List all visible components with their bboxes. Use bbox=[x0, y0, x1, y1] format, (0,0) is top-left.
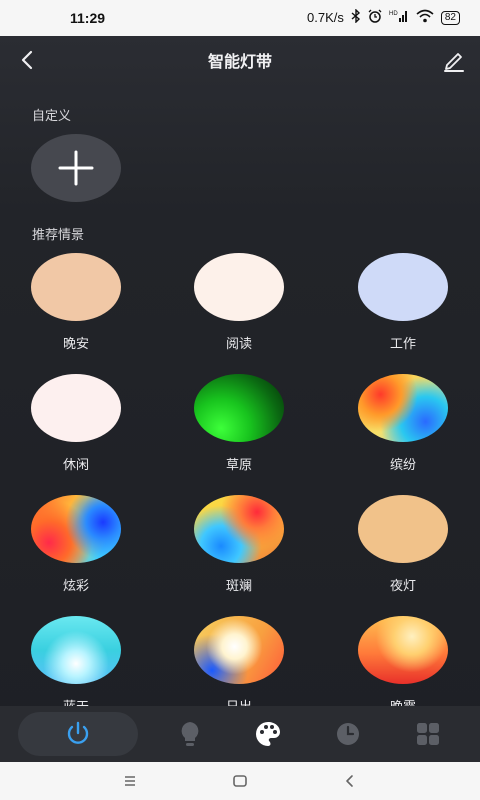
grid-icon bbox=[417, 723, 439, 745]
header: 智能灯带 bbox=[0, 36, 480, 84]
pencil-icon bbox=[444, 53, 464, 72]
palette-icon bbox=[256, 722, 280, 746]
scene-color-swatch bbox=[31, 374, 121, 442]
svg-text:HD: HD bbox=[389, 11, 398, 17]
scene-label: 斑斓 bbox=[225, 579, 252, 594]
menu-icon bbox=[125, 776, 135, 786]
scene-label: 阅读 bbox=[225, 337, 252, 352]
recommend-section-label: 推荐情景 bbox=[32, 228, 85, 243]
power-icon bbox=[67, 721, 89, 744]
status-time: 11:29 bbox=[70, 10, 106, 26]
scene-color-swatch bbox=[31, 253, 121, 321]
scene-item-splendid[interactable]: 斑斓 bbox=[194, 495, 284, 605]
clock-icon bbox=[337, 723, 359, 745]
scene-color-swatch bbox=[358, 374, 448, 442]
back-icon bbox=[346, 775, 353, 787]
scene-item-colorful[interactable]: 缤纷 bbox=[358, 374, 448, 484]
system-nav-bar bbox=[0, 762, 480, 800]
page-title: 智能灯带 bbox=[207, 52, 272, 71]
bottom-tab-bar bbox=[0, 706, 480, 762]
edit-button[interactable] bbox=[440, 46, 468, 74]
scene-item-leisure[interactable]: 休闲 bbox=[31, 374, 121, 484]
status-bar: 11:29 0.7K/s HD 82 bbox=[0, 0, 480, 36]
nav-menu-button[interactable] bbox=[118, 771, 142, 791]
nav-back-button[interactable] bbox=[338, 771, 362, 791]
custom-section-label: 自定义 bbox=[32, 109, 72, 124]
scene-label: 晚安 bbox=[62, 337, 89, 352]
tab-more[interactable] bbox=[388, 712, 468, 756]
bluetooth-icon bbox=[351, 8, 361, 26]
tab-scenes[interactable] bbox=[228, 712, 308, 756]
scene-label: 夜灯 bbox=[389, 579, 416, 594]
network-speed: 0.7K/s bbox=[307, 10, 344, 25]
alarm-icon bbox=[368, 9, 382, 26]
scene-color-swatch bbox=[194, 253, 284, 321]
nav-home-button[interactable] bbox=[228, 771, 252, 791]
scene-item-goodnight[interactable]: 晚安 bbox=[31, 253, 121, 363]
battery-icon: 82 bbox=[440, 10, 460, 25]
scene-color-swatch bbox=[358, 495, 448, 563]
scene-color-swatch bbox=[194, 495, 284, 563]
scene-color-swatch bbox=[358, 253, 448, 321]
add-custom-scene-button[interactable] bbox=[31, 134, 121, 202]
scene-color-swatch bbox=[31, 495, 121, 563]
scene-item-work[interactable]: 工作 bbox=[358, 253, 448, 363]
tab-power[interactable] bbox=[18, 712, 138, 756]
scene-label: 草原 bbox=[225, 458, 252, 473]
signal-icon: HD bbox=[389, 9, 409, 26]
status-icons: 0.7K/s HD 82 bbox=[307, 8, 460, 26]
scene-color-swatch bbox=[31, 616, 121, 684]
scene-color-swatch bbox=[194, 616, 284, 684]
tab-light[interactable] bbox=[150, 712, 230, 756]
wifi-icon bbox=[416, 9, 434, 26]
scene-label: 炫彩 bbox=[62, 579, 89, 594]
scene-label: 休闲 bbox=[62, 458, 89, 473]
scene-item-reading[interactable]: 阅读 bbox=[194, 253, 284, 363]
scene-label: 缤纷 bbox=[389, 458, 416, 473]
bulb-icon bbox=[181, 722, 199, 746]
plus-icon bbox=[58, 150, 94, 186]
scene-label: 工作 bbox=[389, 337, 416, 352]
tab-timer[interactable] bbox=[308, 712, 388, 756]
home-icon bbox=[233, 775, 247, 787]
scene-color-swatch bbox=[194, 374, 284, 442]
scene-item-dazzle[interactable]: 炫彩 bbox=[31, 495, 121, 605]
scene-item-grassland[interactable]: 草原 bbox=[194, 374, 284, 484]
scene-color-swatch bbox=[358, 616, 448, 684]
scene-item-nightlight[interactable]: 夜灯 bbox=[358, 495, 448, 605]
